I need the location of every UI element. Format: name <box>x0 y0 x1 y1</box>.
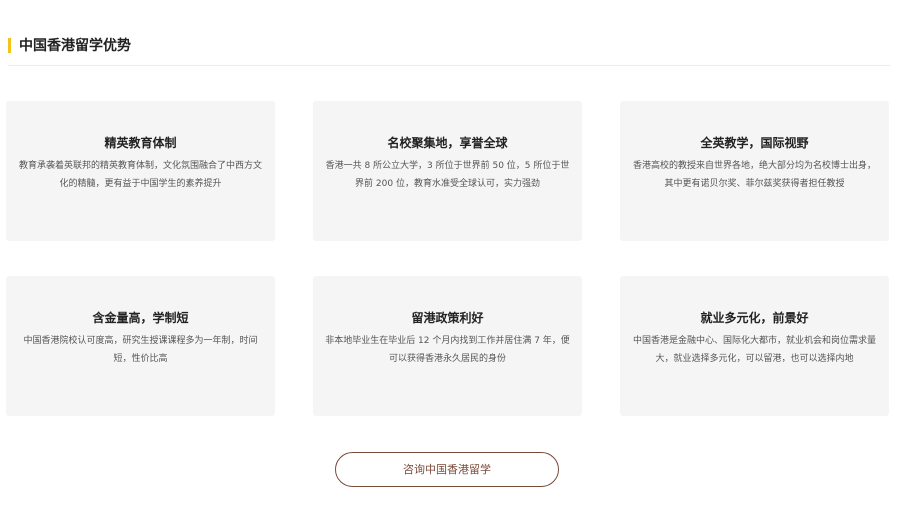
card-title: 就业多元化，前景好 <box>700 311 809 325</box>
advantage-card-short-program: 含金量高，学制短 中国香港院校认可度高，研究生授课课程多为一年制，时间短，性价比… <box>6 276 275 416</box>
card-description: 香港高校的教授来自世界各地，绝大部分均为名校博士出身，其中更有诺贝尔奖、菲尔兹奖… <box>632 161 876 189</box>
card-description: 教育承袭着英联邦的精英教育体制，文化氛围融合了中西方文化的精髓，更有益于中国学生… <box>18 161 262 189</box>
card-description: 中国香港是金融中心、国际化大都市，就业机会和岗位需求量大，就业选择多元化，可以留… <box>632 336 876 364</box>
card-title: 留港政策利好 <box>411 311 484 325</box>
card-description: 香港一共 8 所公立大学，3 所位于世界前 50 位，5 所位于世界前 200 … <box>325 161 570 189</box>
advantage-card-top-universities: 名校聚集地，享誉全球 香港一共 8 所公立大学，3 所位于世界前 50 位，5 … <box>313 101 582 241</box>
card-title: 含金量高，学制短 <box>92 311 189 325</box>
advantage-card-career-prospects: 就业多元化，前景好 中国香港是金融中心、国际化大都市，就业机会和岗位需求量大，就… <box>620 276 889 416</box>
card-title: 名校聚集地，享誉全球 <box>387 136 508 150</box>
card-description: 中国香港院校认可度高，研究生授课课程多为一年制，时间短，性价比高 <box>23 336 258 364</box>
advantage-card-english-teaching: 全英教学，国际视野 香港高校的教授来自世界各地，绝大部分均为名校博士出身，其中更… <box>620 101 889 241</box>
section-title: 中国香港留学优势 <box>19 38 131 54</box>
consult-button[interactable]: 咨询中国香港留学 <box>335 452 559 487</box>
card-description: 非本地毕业生在毕业后 12 个月内找到工作并居住满 7 年，便可以获得香港永久居… <box>325 336 570 364</box>
section-header: 中国香港留学优势 <box>8 36 890 66</box>
title-accent-bar <box>8 38 11 53</box>
advantage-card-elite-education: 精英教育体制 教育承袭着英联邦的精英教育体制，文化氛围融合了中西方文化的精髓，更… <box>6 101 275 241</box>
card-title: 全英教学，国际视野 <box>700 136 809 150</box>
advantage-card-residency-policy: 留港政策利好 非本地毕业生在毕业后 12 个月内找到工作并居住满 7 年，便可以… <box>313 276 582 416</box>
card-title: 精英教育体制 <box>104 136 177 150</box>
